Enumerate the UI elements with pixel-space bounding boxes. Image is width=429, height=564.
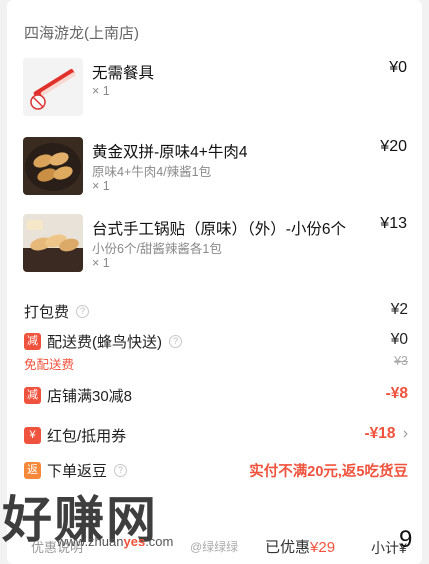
no-cutlery-icon xyxy=(23,58,83,116)
store-discount-row: 减 店铺满30减8 -¥8 xyxy=(24,385,408,407)
item-price: ¥0 xyxy=(389,59,407,76)
item-spec: 小份6个/甜酱辣酱各1包 xyxy=(92,242,222,256)
help-icon[interactable]: ? xyxy=(114,464,128,477)
watermark-url-suffix: .com xyxy=(145,534,174,549)
item-name: 台式手工锅贴（原味）（外）-小份6个 xyxy=(92,221,347,238)
item-name: 无需餐具 xyxy=(92,65,155,82)
cashback-label: 返 下单返豆 ? xyxy=(24,460,128,481)
cashback-badge-icon: 返 xyxy=(24,462,41,479)
dumplings-photo xyxy=(23,137,83,195)
saved-label: 已优惠 xyxy=(265,539,311,556)
shop-name[interactable]: 四海游龙(上南店) xyxy=(24,22,139,43)
discount-badge-icon: 减 xyxy=(24,387,41,404)
help-icon[interactable]: ? xyxy=(169,335,182,348)
discount-badge-icon: 减 xyxy=(24,333,41,350)
cashback-text: 下单返豆 xyxy=(47,463,108,480)
watermark-url: www.zhuanyes.com xyxy=(57,534,173,549)
cashback-value: 实付不满20元,返5吃货豆 xyxy=(249,464,408,480)
item-spec: 原味4+牛肉4/辣酱1包 xyxy=(92,165,212,179)
item-qty: × 1 xyxy=(92,84,110,98)
coupon-row[interactable]: ¥ 红包/抵用券 -¥18 › xyxy=(24,425,408,447)
item-qty: × 1 xyxy=(92,256,110,270)
packing-fee-text: 打包费 xyxy=(24,304,70,321)
delivery-fee-text: 配送费(蜂鸟快送) xyxy=(47,334,162,351)
item-price: ¥13 xyxy=(380,215,407,232)
item-qty: × 1 xyxy=(92,179,110,193)
watermark-url-highlight: yes xyxy=(123,534,146,549)
delivery-fee-row: 减 配送费(蜂鸟快送) ? ¥0 xyxy=(24,331,408,353)
item-name: 黄金双拼-原味4+牛肉4 xyxy=(92,144,248,161)
delivery-fee-label: 减 配送费(蜂鸟快送) ? xyxy=(24,331,182,352)
packing-fee-row: 打包费 ? ¥2 xyxy=(24,301,408,323)
coupon-value-wrap[interactable]: -¥18 › xyxy=(364,425,408,443)
help-icon[interactable]: ? xyxy=(76,305,90,318)
chevron-right-icon[interactable]: › xyxy=(403,425,408,442)
order-item: 黄金双拼-原味4+牛肉4 ¥20 原味4+牛肉4/辣酱1包 × 1 xyxy=(23,137,413,205)
coupon-value: -¥18 xyxy=(364,425,396,442)
coupon-badge-icon: ¥ xyxy=(24,427,41,444)
store-discount-value: -¥8 xyxy=(385,385,408,402)
weibo-handle: @绿绿绿 xyxy=(190,540,239,554)
coupon-text: 红包/抵用券 xyxy=(47,428,127,445)
cashback-row: 返 下单返豆 ? 实付不满20元,返5吃货豆 xyxy=(24,460,408,482)
order-item: 无需餐具 ¥0 × 1 xyxy=(23,58,413,126)
store-discount-text: 店铺满30减8 xyxy=(47,388,133,405)
store-discount-label: 减 店铺满30减8 xyxy=(24,385,132,406)
saved-amount: 已优惠¥29 xyxy=(265,536,335,557)
packing-fee-value: ¥2 xyxy=(390,301,408,318)
coupon-label: ¥ 红包/抵用券 xyxy=(24,425,126,446)
watermark-url-prefix: www.zhuan xyxy=(57,534,124,549)
item-price: ¥20 xyxy=(380,138,407,155)
delivery-fee-value: ¥0 xyxy=(390,331,408,348)
potstickers-photo xyxy=(23,214,83,272)
saved-value: ¥29 xyxy=(310,539,336,556)
original-delivery-fee: ¥3 xyxy=(394,354,408,368)
order-item: 台式手工锅贴（原味）（外）-小份6个 ¥13 小份6个/甜酱辣酱各1包 × 1 xyxy=(23,214,413,282)
subtotal-value: 9 xyxy=(399,526,413,553)
free-delivery-note: 免配送费 xyxy=(24,358,75,372)
packing-fee-label: 打包费 ? xyxy=(24,301,90,322)
